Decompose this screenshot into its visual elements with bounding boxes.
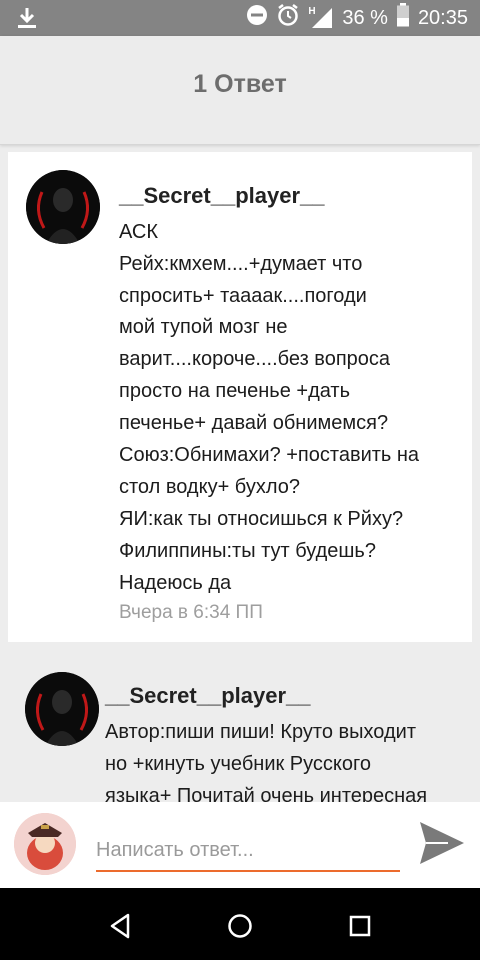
reply-input[interactable] [96, 830, 400, 872]
battery-icon [396, 3, 410, 33]
recents-icon [349, 915, 371, 937]
comment-text-line: но +кинуть учебник Русского [105, 753, 371, 775]
home-icon [228, 914, 252, 938]
download-icon [14, 6, 40, 30]
back-icon [110, 913, 130, 939]
recents-button[interactable] [340, 906, 380, 946]
send-button[interactable] [418, 820, 466, 866]
do-not-disturb-icon [246, 4, 268, 32]
comment-username[interactable]: __Secret__player__ [119, 183, 325, 209]
back-button[interactable] [100, 906, 140, 946]
avatar[interactable] [26, 170, 100, 244]
comment-text-line: печенье+ давай обнимемся? [119, 412, 389, 434]
comment-text-line: Филиппины:ты тут будешь? [119, 540, 376, 562]
send-icon [420, 822, 464, 864]
avatar[interactable] [25, 672, 99, 746]
comment-username[interactable]: __Secret__player__ [105, 683, 311, 709]
comment-text-line: Союз:Обнимахи? +поставить на [119, 444, 420, 466]
comment-text-line: языка+ Почитай очень интересная [105, 785, 428, 802]
comment-text-line: Рейх:кмхем....+думает что [119, 253, 363, 275]
comment-text-line: АСК [119, 221, 158, 243]
alarm-icon [276, 3, 300, 33]
comment-text-line: Автор:пиши пиши! Круто выходит [105, 721, 416, 743]
my-avatar [14, 813, 76, 875]
comment-timestamp: Вчера в 6:34 ПП [119, 602, 263, 623]
comment-card[interactable]: __Secret__player__ АСК Рейх:кмхем....+ду… [8, 152, 472, 642]
home-button[interactable] [220, 906, 260, 946]
comment-card[interactable]: __Secret__player__ Автор:пиши пиши! Крут… [0, 642, 480, 802]
status-time: 20:35 [417, 6, 468, 29]
comment-text-line: стол водку+ бухло? [119, 476, 300, 498]
navigation-bar [0, 888, 480, 960]
comment-text-line: просто на печенье +дать [119, 380, 351, 402]
signal-icon: H [308, 6, 334, 30]
page-title: 1 Ответ [193, 70, 287, 98]
comment-text-line: Надеюсь да [119, 572, 232, 594]
battery-percent: 36 % [342, 6, 388, 29]
comment-text-line: ЯИ:как ты относишься к Рйху? [119, 508, 404, 530]
comment-text-line: мой тупой мозг не [119, 316, 288, 338]
status-bar: H 36 % 20:35 [0, 0, 480, 36]
comment-text-line: спросить+ таааак....погоди [119, 285, 367, 307]
app-header: 1 Ответ [0, 36, 480, 145]
comment-text-line: варит....короче....без вопроса [119, 348, 391, 370]
